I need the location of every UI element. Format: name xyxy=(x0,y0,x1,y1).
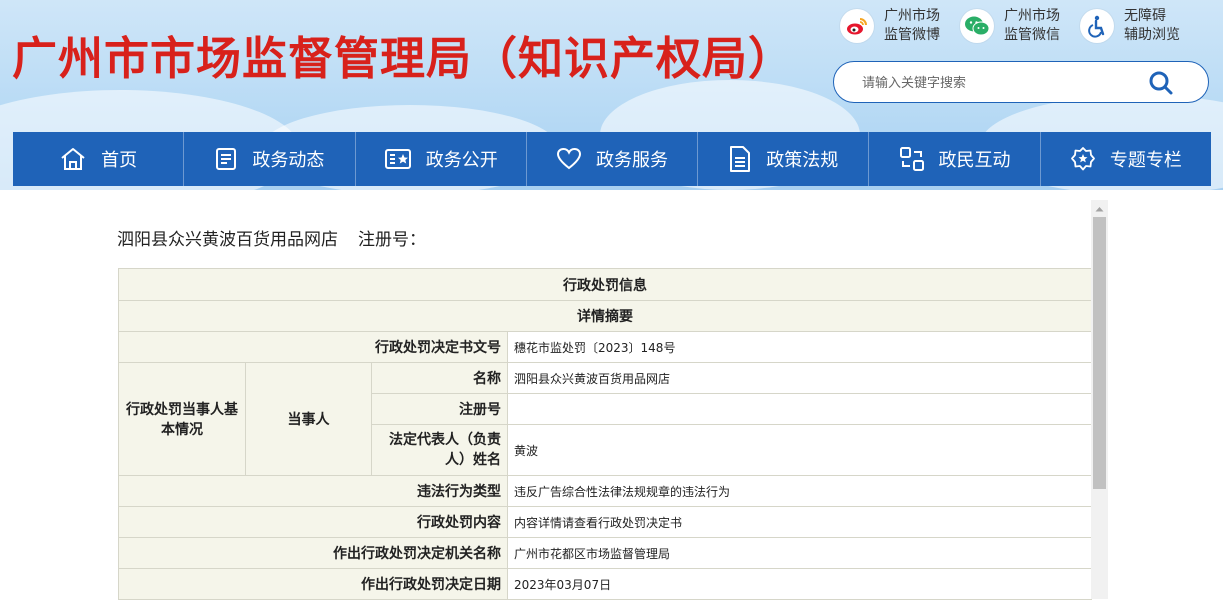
scroll-up-arrow-icon[interactable] xyxy=(1091,200,1108,217)
search-box xyxy=(833,61,1209,103)
nav-item-label: 专题专栏 xyxy=(1109,150,1182,171)
site-header: 广州市市场监督管理局（知识产权局） 广州市场 监管微博 广州市场 监管微信 无障… xyxy=(0,0,1223,190)
content-area: 泗阳县众兴黄波百货用品网店 注册号： 行政处罚信息 详情摘要 行政处罚决定书文号 … xyxy=(0,190,1223,600)
decision-date-label: 作出行政处罚决定日期 xyxy=(118,568,508,600)
penalty-info-table: 行政处罚信息 详情摘要 行政处罚决定书文号 穗花市监处罚〔2023〕148号 行… xyxy=(118,268,1092,600)
accessibility-link[interactable]: 无障碍 辅助浏览 xyxy=(1080,7,1180,45)
search-input[interactable] xyxy=(860,71,1134,95)
accessibility-link-text: 无障碍 辅助浏览 xyxy=(1124,8,1180,43)
weibo-link-text: 广州市场 监管微博 xyxy=(884,8,940,43)
wechat-link-text: 广州市场 监管微信 xyxy=(1004,8,1060,43)
party-group-label: 行政处罚当事人基本情况 xyxy=(118,362,246,476)
table-row: 作出行政处罚决定机关名称 广州市花都区市场监督管理局 xyxy=(118,537,1092,569)
legal-rep-label: 法定代表人（负责人）姓名 xyxy=(371,424,508,476)
legal-rep-value: 黄波 xyxy=(507,424,1092,476)
table-title: 行政处罚信息 xyxy=(118,268,1092,301)
table-row: 行政处罚信息 xyxy=(118,268,1092,301)
site-title: 广州市市场监督管理局（知识产权局） xyxy=(12,32,795,85)
violation-type-value: 违反广告综合性法律法规规章的违法行为 xyxy=(507,475,1092,507)
accessibility-icon xyxy=(1080,9,1114,43)
party-label: 当事人 xyxy=(245,362,372,476)
decision-no-label: 行政处罚决定书文号 xyxy=(118,331,508,363)
nav-item-label: 首页 xyxy=(101,150,138,171)
nav-item-news[interactable]: 政务动态 xyxy=(184,132,356,186)
nav-item-label: 政务动态 xyxy=(252,150,325,171)
document-icon xyxy=(730,146,751,172)
public-info-icon xyxy=(384,149,411,169)
table-row: 违法行为类型 违反广告综合性法律法规规章的违法行为 xyxy=(118,475,1092,507)
nav-item-public-info[interactable]: 政务公开 xyxy=(356,132,527,186)
main-nav: 首页 政务动态 政务公开 政务服务 政策法规 政民互动 专题专栏 xyxy=(13,132,1211,186)
reg-no-value xyxy=(507,393,1092,425)
nav-item-label: 政策法规 xyxy=(766,150,839,171)
nav-item-policy[interactable]: 政策法规 xyxy=(698,132,870,186)
decision-date-value: 2023年03月07日 xyxy=(507,568,1092,600)
nav-item-special[interactable]: 专题专栏 xyxy=(1041,132,1211,186)
authority-label: 作出行政处罚决定机关名称 xyxy=(118,537,508,569)
company-name: 泗阳县众兴黄波百货用品网店 xyxy=(117,230,338,250)
weibo-link[interactable]: 广州市场 监管微博 xyxy=(840,7,940,45)
name-label: 名称 xyxy=(371,362,508,394)
decision-no-value: 穗花市监处罚〔2023〕148号 xyxy=(507,331,1092,363)
violation-type-label: 违法行为类型 xyxy=(118,475,508,507)
table-row: 详情摘要 xyxy=(118,300,1092,332)
table-row: 行政处罚决定书文号 穗花市监处罚〔2023〕148号 xyxy=(118,331,1092,363)
wechat-icon xyxy=(960,9,994,43)
nav-item-interaction[interactable]: 政民互动 xyxy=(869,132,1041,186)
heart-icon xyxy=(556,147,581,170)
search-icon[interactable] xyxy=(1148,70,1174,96)
penalty-content-value: 内容详情请查看行政处罚决定书 xyxy=(507,506,1092,538)
scrollbar-thumb[interactable] xyxy=(1093,217,1106,489)
table-row: 行政处罚当事人基本情况 当事人 名称 泗阳县众兴黄波百货用品网店 xyxy=(118,362,1092,476)
company-reg-label: 注册号： xyxy=(358,230,426,250)
table-row: 作出行政处罚决定日期 2023年03月07日 xyxy=(118,568,1092,600)
reg-no-label: 注册号 xyxy=(371,393,508,425)
penalty-content-label: 行政处罚内容 xyxy=(118,506,508,538)
home-icon xyxy=(61,148,85,170)
interaction-icon xyxy=(899,147,924,171)
badge-icon xyxy=(1070,147,1095,171)
company-heading: 泗阳县众兴黄波百货用品网店 注册号： xyxy=(117,225,426,250)
weibo-icon xyxy=(840,9,874,43)
name-value: 泗阳县众兴黄波百货用品网店 xyxy=(507,362,1092,394)
nav-item-label: 政务公开 xyxy=(425,150,498,171)
nav-item-services[interactable]: 政务服务 xyxy=(527,132,699,186)
nav-item-label: 政务服务 xyxy=(595,150,668,171)
wechat-link[interactable]: 广州市场 监管微信 xyxy=(960,7,1060,45)
nav-item-home[interactable]: 首页 xyxy=(13,132,185,186)
scrollbar[interactable] xyxy=(1091,200,1108,599)
authority-value: 广州市花都区市场监督管理局 xyxy=(507,537,1092,569)
nav-item-label: 政民互动 xyxy=(938,150,1011,171)
news-icon xyxy=(216,148,237,170)
table-subtitle: 详情摘要 xyxy=(118,300,1092,332)
table-row: 行政处罚内容 内容详情请查看行政处罚决定书 xyxy=(118,506,1092,538)
